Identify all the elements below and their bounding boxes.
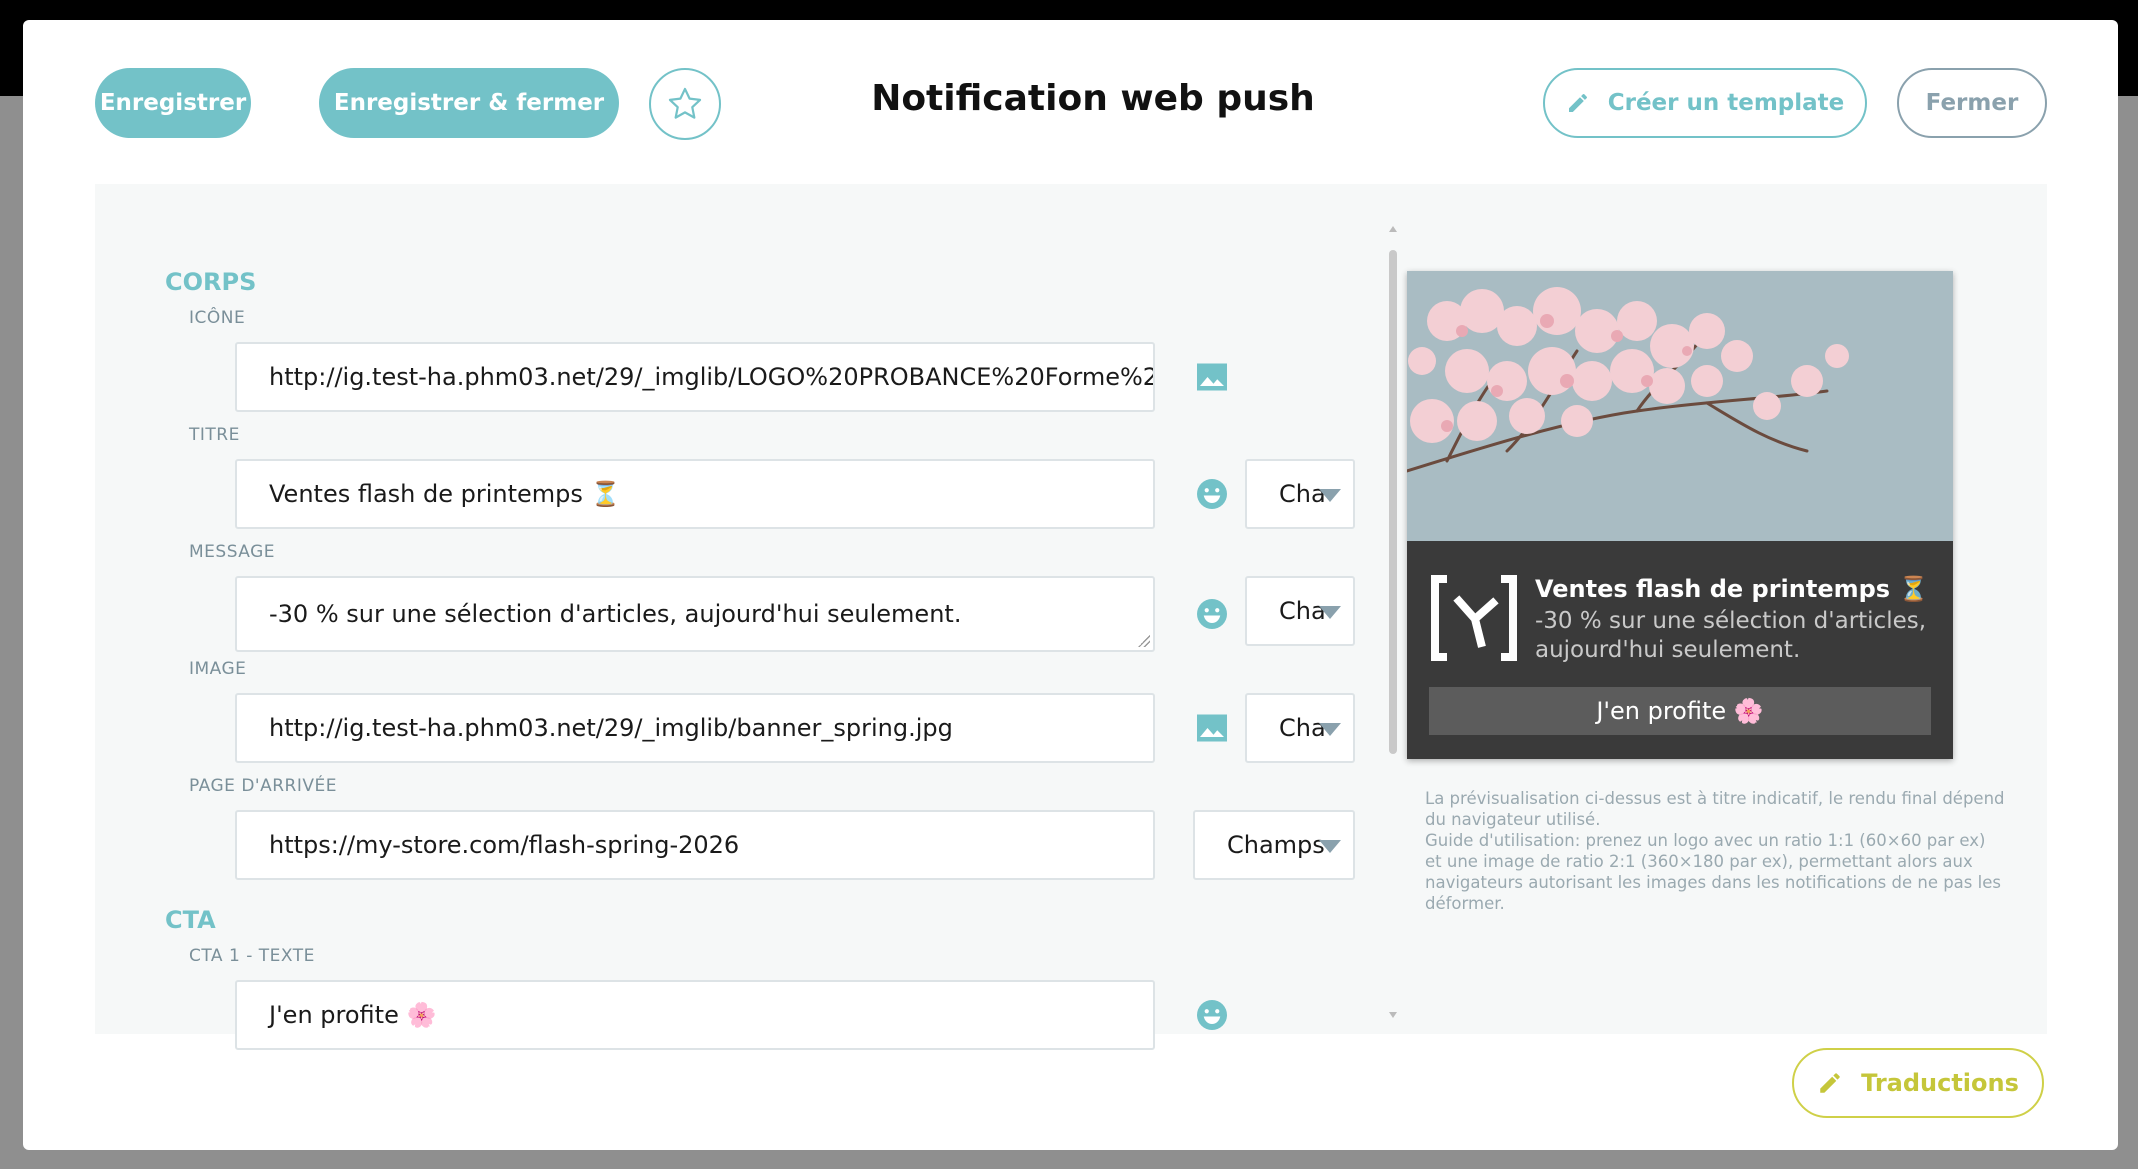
content-panel: CORPS ICÔNE http://ig.test-ha.phm03.net/… [95, 184, 2047, 1050]
scroll-thumb[interactable] [1389, 250, 1397, 754]
landing-select-value: Champs [1227, 831, 1325, 859]
message-textarea[interactable]: -30 % sur une sélection d'articles, aujo… [235, 576, 1155, 652]
cta1-emoji-picker[interactable] [1193, 996, 1231, 1034]
translations-label: Traductions [1861, 1069, 2019, 1097]
preview-message: -30 % sur une sélection d'articles, aujo… [1535, 608, 1927, 663]
close-button[interactable]: Fermer [1897, 68, 2047, 138]
image-field-select[interactable]: Cha [1245, 693, 1355, 763]
landing-page-label: PAGE D'ARRIVÉE [189, 776, 337, 796]
landing-field-select[interactable]: Champs [1193, 810, 1355, 880]
titre-emoji-picker[interactable] [1193, 475, 1231, 513]
image-icon [1197, 714, 1227, 742]
preview-banner-image [1407, 271, 1953, 541]
titre-input[interactable]: Ventes flash de printemps ⏳ [235, 459, 1155, 529]
icone-input[interactable]: http://ig.test-ha.phm03.net/29/_imglib/L… [235, 342, 1155, 412]
chevron-down-icon [1319, 723, 1341, 736]
pencil-icon [1820, 1073, 1840, 1093]
message-field-select[interactable]: Cha [1245, 576, 1355, 646]
preview-help-line-1: La prévisualisation ci-dessus est à titr… [1425, 789, 2005, 829]
message-label: MESSAGE [189, 542, 276, 562]
preview-help-text: La prévisualisation ci-dessus est à titr… [1425, 788, 2005, 914]
emoji-icon [1197, 599, 1227, 629]
browser-top-bar [0, 0, 2138, 20]
image-icon [1197, 363, 1227, 391]
notification-modal: Enregistrer Enregistrer & fermer Notific… [23, 20, 2118, 1150]
probance-logo-icon [1431, 575, 1517, 661]
page-title: Notification web push [871, 78, 1315, 119]
preview-help-line-2: Guide d'utilisation: prenez un logo avec… [1425, 831, 2001, 913]
star-icon [668, 87, 702, 119]
section-cta: CTA [165, 906, 216, 934]
pencil-icon [1568, 94, 1587, 112]
emoji-icon [1197, 479, 1227, 509]
scroll-down-arrow[interactable] [1389, 1012, 1397, 1018]
image-input[interactable]: http://ig.test-ha.phm03.net/29/_imglib/b… [235, 693, 1155, 763]
emoji-icon [1197, 1000, 1227, 1030]
chevron-down-icon [1319, 840, 1341, 853]
resize-handle[interactable] [1138, 635, 1150, 647]
favorite-button[interactable] [649, 68, 721, 140]
preview-title: Ventes flash de printemps ⏳ [1535, 575, 1929, 603]
form-scrollbar[interactable] [1389, 226, 1397, 1018]
notification-preview: Ventes flash de printemps ⏳ -30 % sur un… [1407, 271, 1953, 759]
icone-label: ICÔNE [189, 308, 246, 328]
message-text: -30 % sur une sélection d'articles, aujo… [269, 600, 962, 628]
image-picker[interactable] [1193, 709, 1231, 747]
message-emoji-picker[interactable] [1193, 595, 1231, 633]
save-button[interactable]: Enregistrer [95, 68, 251, 138]
save-and-close-button[interactable]: Enregistrer & fermer [319, 68, 619, 138]
titre-label: TITRE [189, 425, 240, 445]
chevron-down-icon [1319, 606, 1341, 619]
create-template-button[interactable]: Créer un template [1543, 68, 1867, 138]
cherry-blossom-image [1407, 271, 1953, 541]
cta1-label: CTA 1 - TEXTE [189, 946, 315, 966]
landing-page-input[interactable]: https://my-store.com/flash-spring-2026 [235, 810, 1155, 880]
translations-button[interactable]: Traductions [1792, 1048, 2044, 1118]
cta1-input[interactable]: J'en profite 🌸 [235, 980, 1155, 1050]
scroll-up-arrow[interactable] [1389, 226, 1397, 232]
chevron-down-icon [1319, 489, 1341, 502]
create-template-label: Créer un template [1607, 90, 1845, 116]
section-corps: CORPS [165, 268, 257, 296]
preview-cta-button: J'en profite 🌸 [1429, 687, 1931, 735]
icone-image-picker[interactable] [1193, 358, 1231, 396]
image-label: IMAGE [189, 659, 247, 679]
titre-field-select[interactable]: Cha [1245, 459, 1355, 529]
